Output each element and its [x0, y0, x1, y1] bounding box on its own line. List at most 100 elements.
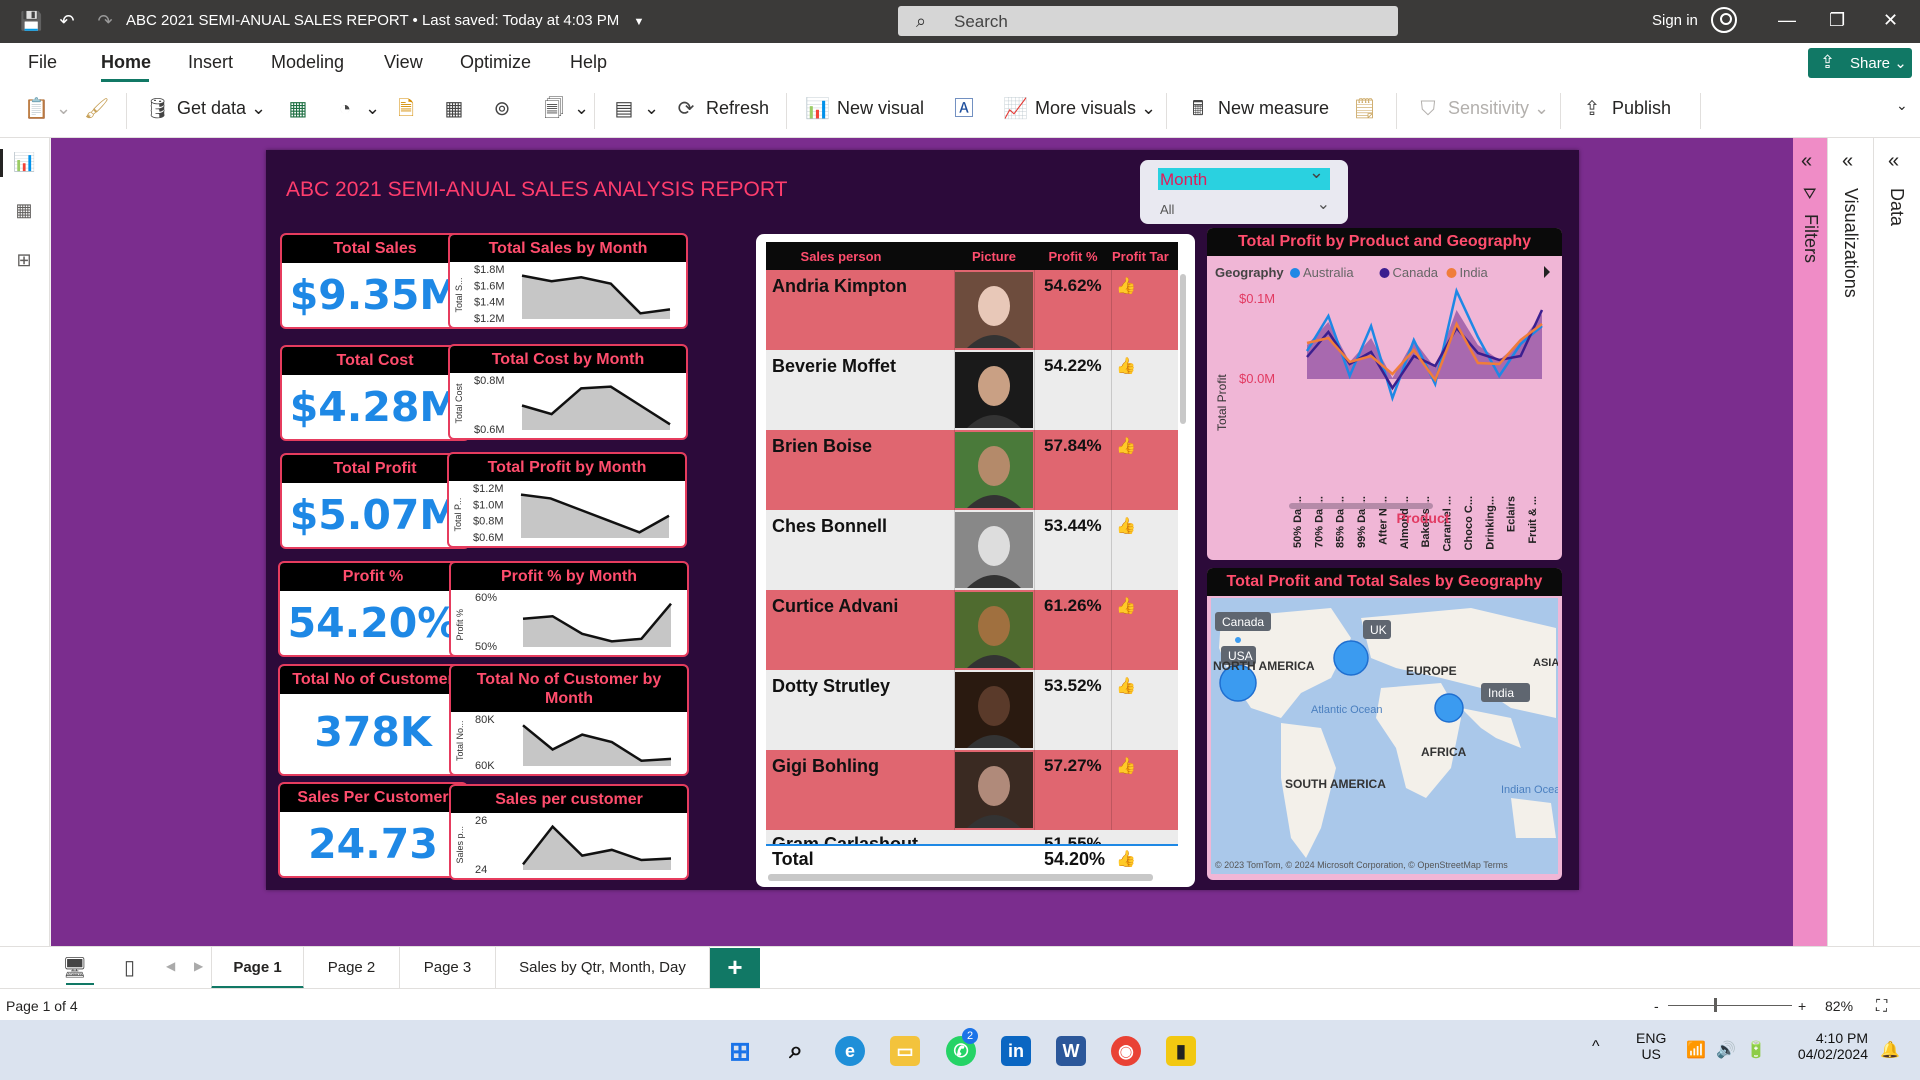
column-header[interactable]: Profit Tar: [1112, 249, 1178, 264]
spark-profit-percent[interactable]: Profit % by Month Profit % 60% 50%: [449, 561, 689, 657]
account-icon[interactable]: [1711, 7, 1737, 33]
table-row[interactable]: Ches Bonnell 53.44% 👍: [766, 510, 1178, 590]
table-view-icon[interactable]: ▦: [13, 200, 35, 222]
quick-measure-button[interactable]: 🗒: [1352, 97, 1384, 125]
table-row[interactable]: Brien Boise 57.84% 👍: [766, 430, 1178, 510]
next-page-icon[interactable]: ▶: [194, 959, 203, 973]
zoom-out-button[interactable]: -: [1654, 998, 1659, 1014]
tab-file[interactable]: File: [28, 52, 57, 73]
page-tab[interactable]: Page 3: [400, 947, 496, 989]
zoom-in-button[interactable]: +: [1798, 998, 1806, 1014]
legend-next-icon[interactable]: [1544, 266, 1550, 278]
table-row[interactable]: Curtice Advani 61.26% 👍: [766, 590, 1178, 670]
get-data-button[interactable]: 🛢 Get data ⌄: [145, 97, 266, 125]
zoom-thumb[interactable]: [1714, 998, 1717, 1012]
legend-item[interactable]: India: [1460, 265, 1489, 280]
volume-icon[interactable]: 🔊: [1716, 1040, 1736, 1060]
restore-icon[interactable]: ❐: [1829, 10, 1845, 31]
close-icon[interactable]: ✕: [1883, 10, 1898, 31]
sensitivity-button[interactable]: ⛉ Sensitivity ⌄: [1416, 97, 1550, 125]
collapse-visualizations-icon[interactable]: «: [1842, 150, 1853, 173]
tab-modeling[interactable]: Modeling: [271, 52, 344, 73]
publish-button[interactable]: ⇪ Publish: [1580, 97, 1671, 125]
undo-icon[interactable]: ↶: [56, 10, 78, 32]
kpi-total-customers[interactable]: Total No of Customer 378K: [278, 664, 468, 776]
filters-pane[interactable]: « ⛛ Filters: [1793, 138, 1827, 946]
legend-item[interactable]: Australia: [1303, 265, 1354, 280]
share-button[interactable]: ⇪ Share ⌄: [1808, 48, 1912, 78]
sql-button[interactable]: 🗎: [394, 97, 426, 125]
kpi-total-profit[interactable]: Total Profit $5.07M: [280, 453, 470, 549]
new-visual-button[interactable]: 📊 New visual: [805, 97, 924, 125]
input-language[interactable]: ENG US: [1636, 1030, 1666, 1062]
new-measure-button[interactable]: 🖩 New measure: [1186, 97, 1329, 125]
mobile-layout-icon[interactable]: ▯: [124, 955, 135, 980]
clock[interactable]: 4:10 PM 04/02/2024: [1784, 1030, 1868, 1062]
add-page-button[interactable]: +: [710, 948, 760, 988]
search-icon[interactable]: ⌕: [781, 1036, 811, 1066]
tab-help[interactable]: Help: [570, 52, 607, 73]
map-bubble-uk[interactable]: [1333, 640, 1369, 676]
table-row[interactable]: Andria Kimpton 54.62% 👍: [766, 270, 1178, 350]
page-tab[interactable]: Page 2: [304, 947, 400, 989]
chrome-icon[interactable]: ◉: [1111, 1036, 1141, 1066]
redo-icon[interactable]: ↷: [94, 10, 116, 32]
wifi-icon[interactable]: 📶: [1686, 1040, 1706, 1060]
tab-view[interactable]: View: [384, 52, 423, 73]
dataverse-button[interactable]: ⊚: [490, 97, 522, 125]
show-hidden-icons[interactable]: ^: [1592, 1038, 1600, 1056]
zoom-slider[interactable]: [1668, 1005, 1792, 1006]
spark-total-customers[interactable]: Total No of Customer by Month Total No..…: [449, 664, 689, 776]
tab-home[interactable]: Home: [101, 52, 151, 73]
kpi-sales-per-customer[interactable]: Sales Per Customer 24.73: [278, 782, 468, 878]
map-bubble-canada[interactable]: [1235, 637, 1241, 643]
column-header[interactable]: Picture: [955, 249, 1033, 264]
column-header[interactable]: Profit %: [1038, 249, 1108, 264]
series-line[interactable]: [1305, 287, 1543, 402]
kpi-profit-percent[interactable]: Profit % 54.20%: [278, 561, 468, 657]
search-box[interactable]: ⌕ Search: [898, 6, 1398, 36]
linkedin-icon[interactable]: in: [1001, 1036, 1031, 1066]
more-visuals-button[interactable]: 📈 More visuals ⌄: [1003, 97, 1156, 125]
page-tab[interactable]: Page 1: [211, 947, 304, 989]
desktop-layout-icon[interactable]: 🖥: [62, 955, 87, 980]
refresh-button[interactable]: ⟳ Refresh: [674, 97, 769, 125]
sign-in-link[interactable]: Sign in: [1652, 12, 1698, 29]
paste-button[interactable]: 📋 ⌄: [24, 97, 71, 125]
notification-bell-icon[interactable]: 🔔: [1880, 1040, 1900, 1060]
word-icon[interactable]: W: [1056, 1036, 1086, 1066]
visualizations-pane[interactable]: « Visualizations: [1827, 138, 1873, 946]
legend-item[interactable]: Canada: [1393, 265, 1439, 280]
power-bi-icon[interactable]: ▮: [1166, 1036, 1196, 1066]
report-view-icon[interactable]: 📊: [0, 149, 35, 177]
vertical-scrollbar[interactable]: [1180, 274, 1186, 424]
prev-page-icon[interactable]: ◀: [166, 959, 175, 973]
format-painter-button[interactable]: 🖌: [84, 97, 116, 125]
table-row[interactable]: Dotty Strutley 53.52% 👍: [766, 670, 1178, 750]
battery-icon[interactable]: 🔋: [1746, 1040, 1766, 1060]
table-row[interactable]: Gigi Bohling 57.27% 👍: [766, 750, 1178, 830]
onelake-button[interactable]: ◔ ⌄: [333, 97, 380, 125]
spark-sales-per-customer[interactable]: Sales per customer Sales p... 26 24: [449, 784, 689, 880]
transform-data-button[interactable]: ▤ ⌄: [612, 97, 660, 125]
windows-start-icon[interactable]: ⊞: [725, 1036, 755, 1066]
table-row-partial[interactable]: Gram Carlashout 51.55%: [766, 830, 1178, 844]
spark-total-profit[interactable]: Total Profit by Month Total P... $1.2M $1.…: [447, 452, 687, 548]
model-view-icon[interactable]: ⊞: [13, 250, 35, 272]
collapse-ribbon-icon[interactable]: ⌄: [1896, 97, 1908, 125]
map-bubble-india[interactable]: [1434, 693, 1464, 723]
minimize-icon[interactable]: —: [1778, 10, 1796, 31]
recent-sources-button[interactable]: 🗐 ⌄: [542, 97, 589, 125]
tab-optimize[interactable]: Optimize: [460, 52, 531, 73]
data-pane[interactable]: « Data: [1873, 138, 1920, 946]
document-title[interactable]: ABC 2021 SEMI-ANUAL SALES REPORT • Last …: [126, 12, 644, 29]
sales-person-table[interactable]: Sales person Picture Profit % Profit Tar…: [756, 234, 1195, 887]
excel-button[interactable]: ▦: [286, 97, 318, 125]
kpi-total-sales[interactable]: Total Sales $9.35M: [280, 233, 470, 329]
month-slicer[interactable]: Month All ⌄: [1140, 160, 1348, 224]
edge-icon[interactable]: e: [835, 1036, 865, 1066]
spark-total-cost[interactable]: Total Cost by Month Total Cost $0.8M $0.6M: [448, 344, 688, 440]
chart-scrollbar[interactable]: [1289, 503, 1433, 509]
profit-by-product-chart[interactable]: Total Profit by Product and Geography Ge…: [1207, 228, 1562, 560]
spark-total-sales[interactable]: Total Sales by Month Total S... $1.8M $1.6…: [448, 233, 688, 329]
